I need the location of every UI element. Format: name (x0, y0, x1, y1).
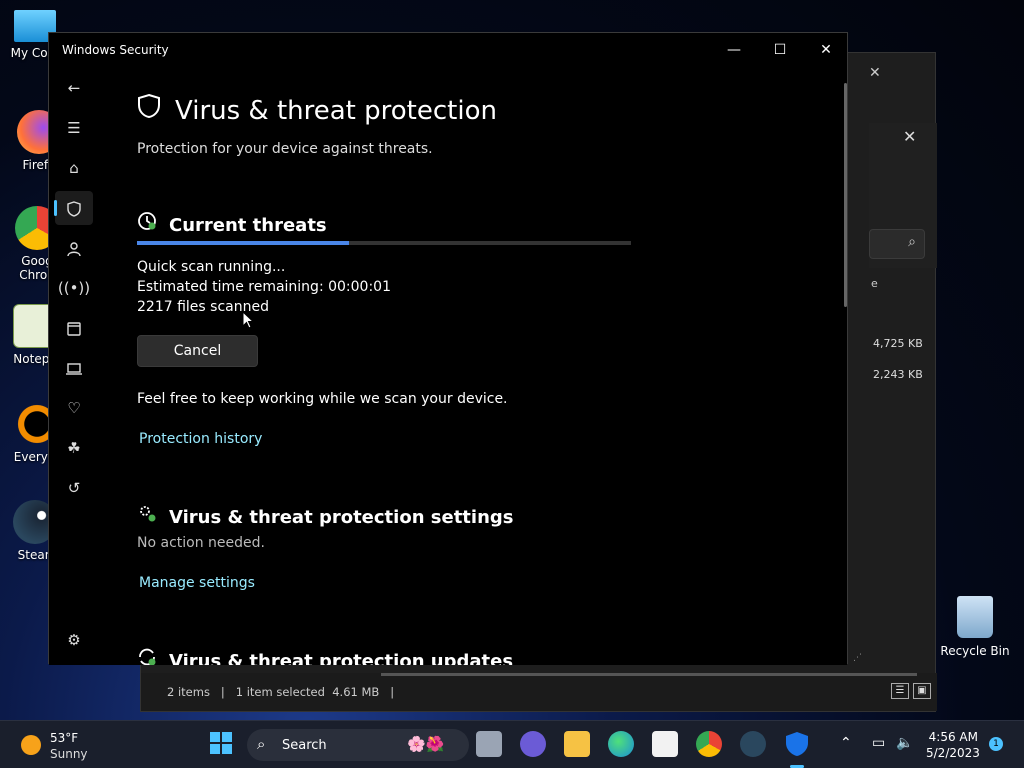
scan-history-icon (137, 211, 159, 236)
scan-status: Quick scan running... (137, 259, 286, 275)
settings-gear-icon (137, 503, 159, 528)
notification-badge[interactable]: 1 (989, 737, 1003, 751)
close-button[interactable]: ✕ (803, 33, 849, 67)
scan-progress-fill (137, 241, 350, 245)
section-heading-protection-updates: Virus & threat protection updates (137, 647, 513, 665)
search-input[interactable]: ⌕ (869, 229, 925, 259)
gear-icon[interactable]: ⚙ (55, 623, 93, 657)
chrome-icon[interactable] (696, 731, 722, 757)
status-text: 2 items | 1 item selected 4.61 MB | (167, 685, 395, 699)
store-icon[interactable] (652, 731, 678, 757)
history-icon[interactable]: ↺ (55, 471, 93, 505)
page-subtitle: Protection for your device against threa… (137, 141, 433, 157)
desktop-icon-label: Recycle Bin (940, 644, 1010, 658)
chevron-up-icon[interactable]: ⌃ (840, 735, 852, 751)
desktop-icon-recycle-bin[interactable]: Recycle Bin (940, 596, 1010, 658)
section-heading-current-threats: Current threats (137, 211, 327, 236)
tiles-view-icon[interactable]: ▣ (913, 683, 931, 699)
resize-grip-icon[interactable]: ⋰ (853, 653, 862, 663)
edge-icon[interactable] (608, 731, 634, 757)
status-bar: 2 items | 1 item selected 4.61 MB | ☰ ▣ (141, 673, 937, 711)
taskbar-search[interactable]: ⌕ Search 🌸🌺 (247, 729, 469, 761)
teams-chat-icon[interactable] (520, 731, 546, 757)
clock-date: 5/2/2023 (926, 746, 980, 760)
close-icon[interactable]: ✕ (869, 65, 881, 81)
section-heading-text: Current threats (169, 215, 327, 236)
column-header[interactable]: e (871, 277, 878, 290)
app-browser-icon[interactable] (55, 311, 93, 345)
family-icon[interactable]: ☘ (55, 431, 93, 465)
weather-temp: 53°F (50, 731, 79, 745)
account-icon[interactable] (55, 231, 93, 265)
firewall-icon[interactable]: ((•)) (55, 271, 93, 305)
title-bar[interactable]: Windows Security — ☐ ✕ (49, 33, 847, 67)
scan-eta: Estimated time remaining: 00:00:01 (137, 279, 391, 295)
windows-security-window[interactable]: Windows Security — ☐ ✕ ← ☰ ⌂ ((•)) ♡ ☘ ↺… (48, 32, 862, 665)
minimize-button[interactable]: — (711, 33, 757, 67)
windows-security-taskbar-icon[interactable] (784, 731, 810, 757)
file-size: 2,243 KB (873, 368, 923, 381)
vertical-scrollbar[interactable] (844, 83, 847, 307)
page-title-text: Virus & threat protection (175, 96, 497, 126)
sun-icon (21, 735, 41, 755)
clock[interactable]: 4:56 AM 5/2/2023 (926, 729, 980, 761)
maximize-button[interactable]: ☐ (757, 33, 803, 67)
navigation-sidebar: ← ☰ ⌂ ((•)) ♡ ☘ ↺ ⚙ (49, 67, 97, 665)
recycle-bin-icon (957, 596, 993, 638)
file-explorer-icon[interactable] (564, 731, 590, 757)
taskbar: 53°F Sunny ⌕ Search 🌸🌺 ⌃ ▭ 🔈 4:56 AM 5/2… (0, 720, 1024, 768)
device-health-icon[interactable]: ♡ (55, 391, 93, 425)
shield-icon (137, 93, 163, 126)
clock-time: 4:56 AM (928, 730, 978, 744)
home-icon[interactable]: ⌂ (55, 151, 93, 185)
main-content: Virus & threat protection Protection for… (137, 87, 631, 665)
file-size: 4,725 KB (873, 337, 923, 350)
section-heading-text: Virus & threat protection settings (169, 507, 514, 528)
volume-icon[interactable]: 🔈 (896, 735, 913, 751)
steam-icon[interactable] (740, 731, 766, 757)
search-label: Search (282, 738, 327, 753)
mouse-cursor-icon (242, 311, 254, 329)
start-button[interactable] (208, 731, 234, 757)
scan-progress-bar (137, 241, 631, 245)
device-security-icon[interactable] (55, 351, 93, 385)
update-icon (137, 647, 159, 665)
close-icon[interactable]: ✕ (903, 127, 916, 146)
settings-status: No action needed. (137, 535, 265, 551)
menu-button[interactable]: ☰ (55, 111, 93, 145)
protection-history-link[interactable]: Protection history (139, 431, 262, 447)
search-icon: ⌕ (257, 735, 266, 753)
shield-icon[interactable] (54, 191, 93, 225)
horizontal-scrollbar[interactable] (381, 673, 917, 676)
back-button[interactable]: ← (55, 71, 93, 105)
section-heading-text: Virus & threat protection updates (169, 651, 514, 665)
task-view-icon[interactable] (476, 731, 502, 757)
manage-settings-link[interactable]: Manage settings (139, 575, 255, 591)
weather-desc: Sunny (50, 747, 88, 761)
section-heading-protection-settings: Virus & threat protection settings (137, 503, 514, 528)
cancel-button[interactable]: Cancel (137, 335, 258, 367)
flower-icon: 🌸🌺 (407, 735, 445, 753)
scan-note: Feel free to keep working while we scan … (137, 391, 508, 407)
page-title: Virus & threat protection (137, 93, 497, 126)
network-icon[interactable]: ▭ (872, 735, 885, 751)
search-icon: ⌕ (908, 234, 916, 250)
window-title: Windows Security (62, 43, 169, 57)
details-view-icon[interactable]: ☰ (891, 683, 909, 699)
